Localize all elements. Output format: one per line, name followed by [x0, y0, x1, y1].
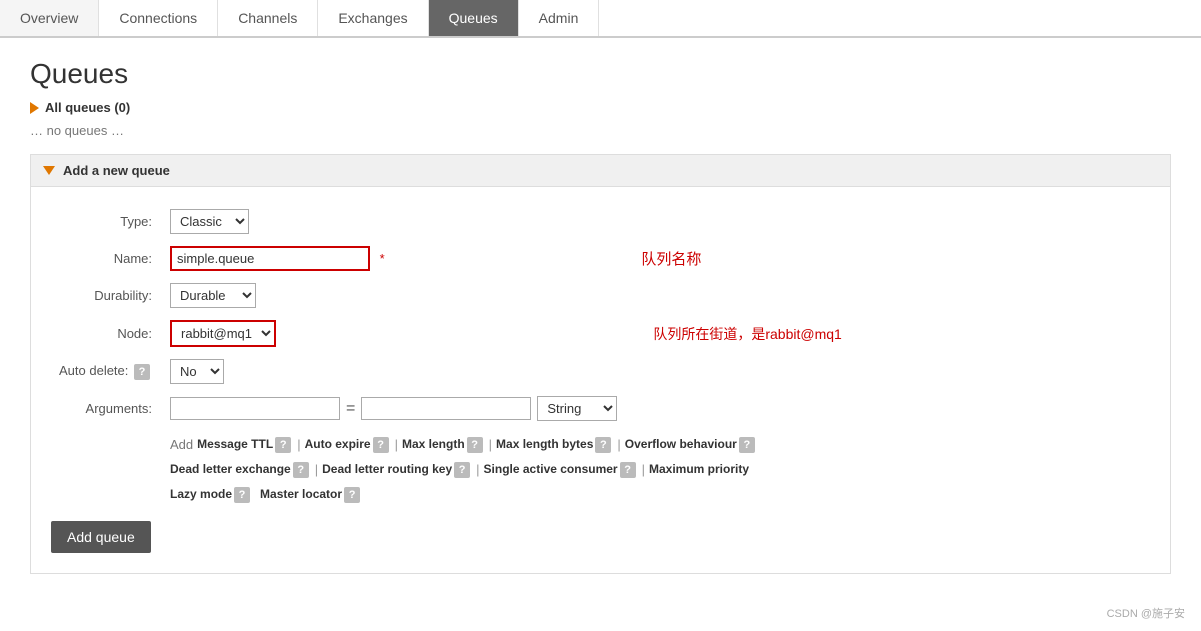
add-queue-header-label: Add a new queue	[63, 163, 170, 178]
auto-delete-help[interactable]: ?	[134, 364, 150, 380]
node-label: Node:	[51, 314, 162, 353]
type-row: Type: Classic Quorum	[51, 203, 850, 240]
all-queues-label: All queues (0)	[45, 100, 130, 115]
single-active-consumer-help[interactable]: ?	[620, 462, 636, 478]
arg-link-master-locator[interactable]: Master locator	[260, 484, 342, 506]
nav-queues[interactable]: Queues	[429, 0, 519, 36]
auto-delete-cell: No Yes	[162, 353, 625, 390]
durability-cell: Durable Transient	[162, 277, 625, 314]
add-queue-header[interactable]: Add a new queue	[31, 155, 1170, 186]
add-label: Add	[170, 433, 193, 456]
durability-label: Durability:	[51, 277, 162, 314]
name-input[interactable]	[170, 246, 370, 271]
arg-link-message-ttl[interactable]: Message TTL	[197, 434, 273, 456]
durability-select[interactable]: Durable Transient	[170, 283, 256, 308]
sep1: |	[297, 433, 300, 456]
sep3: |	[489, 433, 492, 456]
arg-link-dead-letter-exchange[interactable]: Dead letter exchange	[170, 459, 291, 481]
auto-expire-help[interactable]: ?	[373, 437, 389, 453]
dead-letter-exchange-help[interactable]: ?	[293, 462, 309, 478]
add-queue-form: Type: Classic Quorum Name:	[51, 203, 850, 511]
max-length-bytes-help[interactable]: ?	[595, 437, 611, 453]
arg-link-dead-letter-routing-key[interactable]: Dead letter routing key	[322, 459, 452, 481]
arg-links-row3: Lazy mode ? Master locator ?	[170, 484, 842, 506]
message-ttl-help[interactable]: ?	[275, 437, 291, 453]
durability-row: Durability: Durable Transient	[51, 277, 850, 314]
type-label: Type:	[51, 203, 162, 240]
auto-delete-select[interactable]: No Yes	[170, 359, 224, 384]
arg-link-auto-expire[interactable]: Auto expire	[305, 434, 371, 456]
arg-link-max-length[interactable]: Max length	[402, 434, 465, 456]
nav-exchanges[interactable]: Exchanges	[318, 0, 428, 36]
name-row: Name: * 队列名称	[51, 240, 850, 277]
arg-links-row: Add Message TTL ? | Auto expire ? | Max …	[51, 427, 850, 511]
add-queue-toggle-icon	[43, 166, 55, 175]
sep5: |	[315, 458, 318, 481]
overflow-behaviour-help[interactable]: ?	[739, 437, 755, 453]
arg-links-row2: Dead letter exchange ? | Dead letter rou…	[170, 458, 842, 481]
lazy-mode-help[interactable]: ?	[234, 487, 250, 503]
type-select[interactable]: Classic Quorum	[170, 209, 249, 234]
arg-links-row1: Add Message TTL ? | Auto expire ? | Max …	[170, 433, 842, 456]
no-queues-text: … no queues …	[30, 123, 1171, 138]
add-queue-section: Add a new queue Type: Classic Quorum	[30, 154, 1171, 574]
annotation-name: 队列名称	[641, 251, 701, 268]
main-content: Queues All queues (0) … no queues … Add …	[0, 38, 1201, 614]
footer-note: CSDN @施子安	[1107, 605, 1185, 621]
arguments-row: Arguments: = String Number Boolean	[51, 390, 850, 427]
top-navigation: Overview Connections Channels Exchanges …	[0, 0, 1201, 38]
all-queues-section: All queues (0)	[30, 100, 1171, 115]
node-row: Node: rabbit@mq1 队列所在街道，是rabbit@mq1	[51, 314, 850, 353]
arg-links-cell: Add Message TTL ? | Auto expire ? | Max …	[162, 427, 850, 511]
nav-channels[interactable]: Channels	[218, 0, 318, 36]
arguments-cell: = String Number Boolean	[162, 390, 625, 427]
arg-link-lazy-mode[interactable]: Lazy mode	[170, 484, 232, 506]
add-queue-button[interactable]: Add queue	[51, 521, 151, 553]
argument-key-input[interactable]	[170, 397, 340, 420]
nav-overview[interactable]: Overview	[0, 0, 99, 36]
arguments-label: Arguments:	[51, 390, 162, 427]
type-cell: Classic Quorum	[162, 203, 625, 240]
annotation-node: 队列所在街道，是rabbit@mq1	[653, 326, 841, 342]
auto-delete-row: Auto delete: ? No Yes	[51, 353, 850, 390]
node-cell: rabbit@mq1	[162, 314, 625, 353]
arg-link-max-length-bytes[interactable]: Max length bytes	[496, 434, 593, 456]
args-inputs: = String Number Boolean	[170, 396, 617, 421]
sep2: |	[395, 433, 398, 456]
name-label: Name:	[51, 240, 162, 277]
argument-value-input[interactable]	[361, 397, 531, 420]
arg-link-maximum-priority[interactable]: Maximum priority	[649, 459, 749, 481]
page-title: Queues	[30, 58, 1171, 90]
name-cell: *	[162, 240, 625, 277]
required-star: *	[380, 251, 385, 266]
sep7: |	[642, 458, 645, 481]
max-length-help[interactable]: ?	[467, 437, 483, 453]
nav-connections[interactable]: Connections	[99, 0, 218, 36]
node-select-wrapper: rabbit@mq1	[170, 320, 276, 347]
dead-letter-routing-key-help[interactable]: ?	[454, 462, 470, 478]
sep6: |	[476, 458, 479, 481]
argument-type-select[interactable]: String Number Boolean	[537, 396, 617, 421]
add-queue-body: Type: Classic Quorum Name:	[31, 186, 1170, 573]
arg-link-single-active-consumer[interactable]: Single active consumer	[484, 459, 618, 481]
all-queues-toggle-icon[interactable]	[30, 102, 39, 114]
master-locator-help[interactable]: ?	[344, 487, 360, 503]
equals-sign: =	[346, 400, 355, 418]
sep4: |	[617, 433, 620, 456]
arg-link-overflow-behaviour[interactable]: Overflow behaviour	[625, 434, 737, 456]
nav-admin[interactable]: Admin	[519, 0, 600, 36]
auto-delete-label: Auto delete: ?	[51, 353, 162, 390]
node-select[interactable]: rabbit@mq1	[172, 322, 274, 345]
